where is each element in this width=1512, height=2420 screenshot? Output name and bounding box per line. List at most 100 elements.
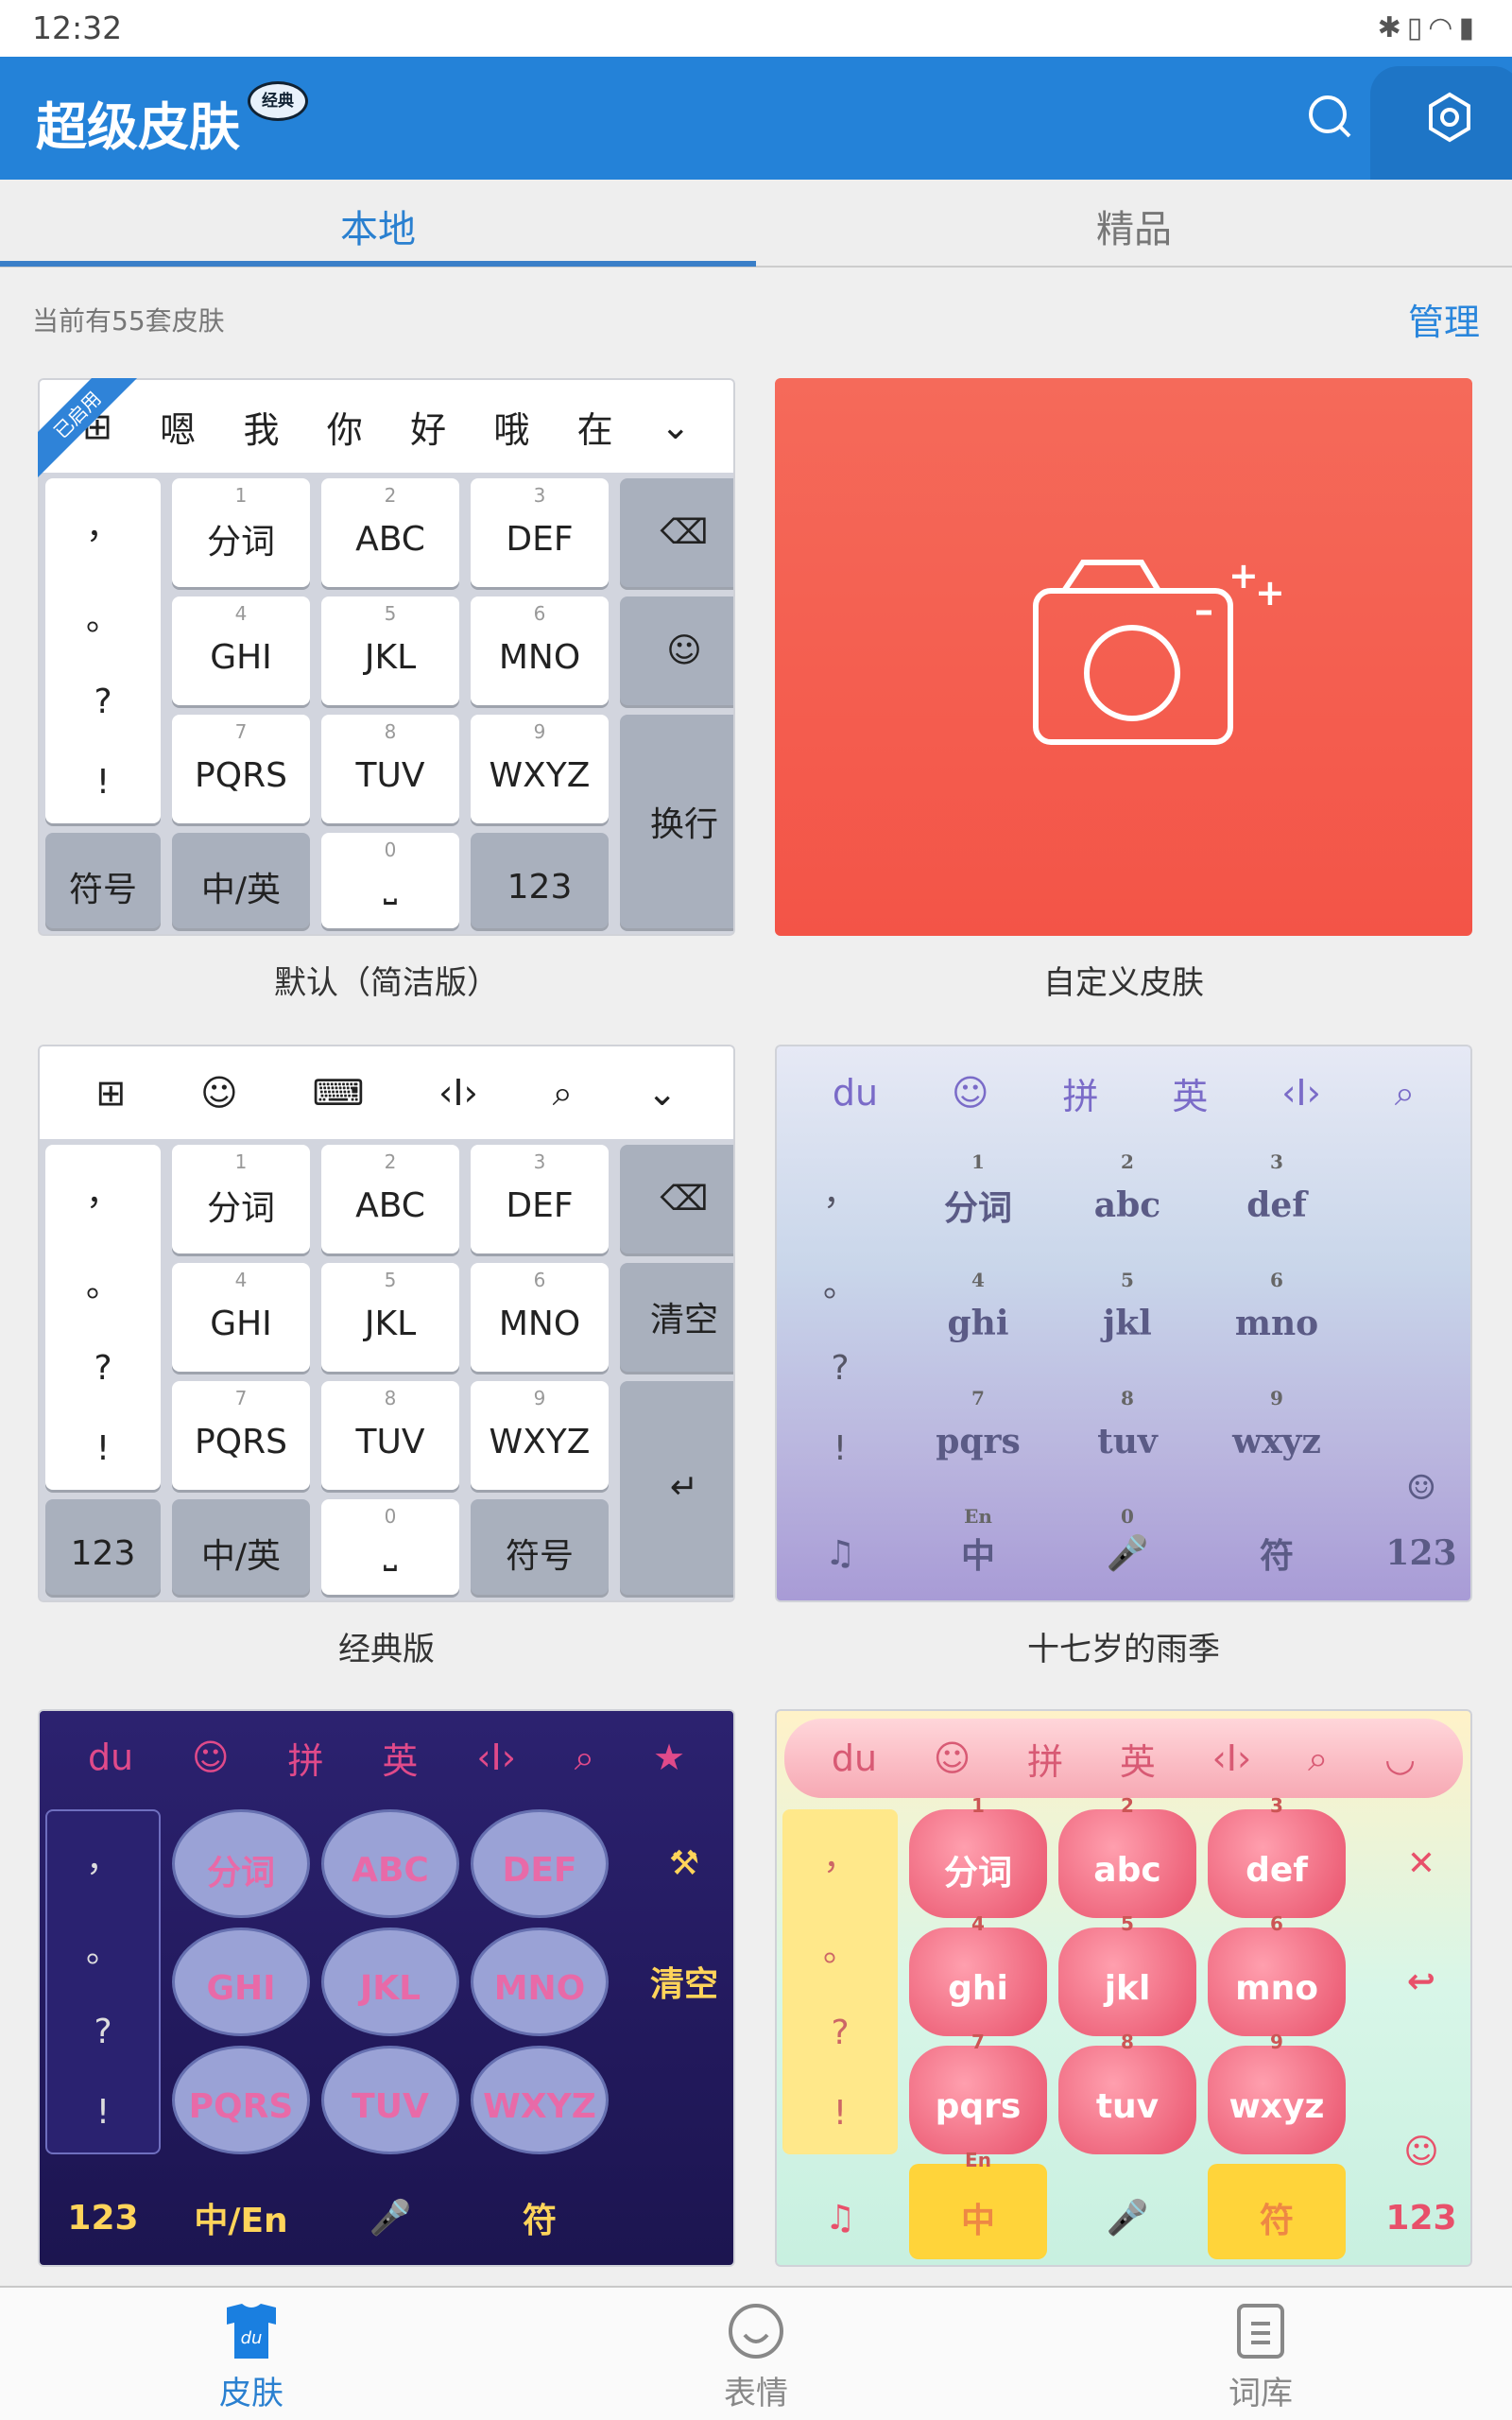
- skin-card[interactable]: du ☺ 拼 英 ‹I› ⌕ ， 。?! 1 分词 2 abc 3 def 4 ghi 5 jkl 6 mno 7 pqr…: [775, 1045, 1472, 1602]
- letter-key: MNO: [471, 1927, 609, 2036]
- letter-key: PQRS: [172, 2045, 310, 2154]
- letter-key: 7 pqrs: [909, 1381, 1047, 1490]
- key-label: 中: [960, 2202, 995, 2241]
- key-number: 9: [1270, 1386, 1283, 1409]
- key-label: PQRS: [195, 1422, 287, 1461]
- punctuation-key: 。: [85, 1266, 120, 1305]
- key-label: 符: [1259, 2202, 1294, 2241]
- key-label: 123: [1385, 2198, 1457, 2238]
- skin-card[interactable]: du ☺ 拼 英 ‹I› ⌕ ★ ， 。?! 分词 ABC DEF GHI JKL MNO PQRS TUV WX…: [38, 1709, 735, 2267]
- key-number: 4: [234, 1268, 248, 1291]
- function-key: ⌫: [620, 1145, 733, 1253]
- manage-button[interactable]: 管理: [1408, 293, 1480, 345]
- gear-icon[interactable]: [1423, 91, 1476, 144]
- keyboard-preview: du ☺ 拼 英 ‹I› ⌕ ◡ ， 。?! 1 分词 2 abc 3 def 4 ghi 5 jkl 6 mno 7 pq…: [775, 1709, 1472, 2267]
- dictionary-icon: [1237, 2304, 1284, 2359]
- bottom-key: En 中: [909, 1499, 1047, 1595]
- key-label: 符: [1259, 1536, 1294, 1577]
- nav-skins[interactable]: du 皮肤: [157, 2301, 346, 2413]
- nav-dictionary[interactable]: 词库: [1166, 2301, 1355, 2413]
- punctuation-key: ?: [94, 1348, 112, 1388]
- classic-badge: 经典: [248, 81, 308, 121]
- key-label: jkl: [1104, 1968, 1151, 2008]
- function-key: 换行: [620, 714, 733, 928]
- key-label: MNO: [493, 1968, 586, 2008]
- key-label: PQRS: [195, 755, 287, 795]
- letter-key: 3 def: [1208, 1794, 1346, 1918]
- keyboard-toolbar: ⊞ ☺ ⌨ ‹I› ⌕ ⌄: [40, 1046, 733, 1139]
- key-number: 4: [234, 601, 248, 625]
- skin-card[interactable]: ⊞ 嗯我你好哦在 ⌄，。?! 1 分词 2 ABC 3 DEF 4 GHI 5 JKL 6 MNO 7 PQRS…: [38, 378, 735, 936]
- key-grid: ， 。?! 1 分词 2 abc 3 def 4 ghi 5 jkl 6 mno 7 pqrs 8 tuv 9 wxy…: [782, 1794, 1465, 2259]
- key-label: 中: [960, 1536, 995, 1577]
- punctuation-key: ，: [822, 1174, 857, 1214]
- keyboard-preview: du ☺ 拼 英 ‹I› ⌕ ， 。?! 1 分词 2 abc 3 def 4 ghi 5 jkl 6 mno 7 pqr…: [775, 1045, 1472, 1602]
- key-label: DEF: [506, 519, 574, 559]
- key-number: 7: [971, 2030, 985, 2053]
- key-label: 中/英: [200, 871, 282, 910]
- key-label: abc: [1093, 1185, 1161, 1226]
- toolbar-item: ☺: [952, 1072, 989, 1114]
- letter-key: 4 GHI: [172, 596, 310, 705]
- key-number: 3: [533, 1150, 546, 1173]
- letter-key: 6 mno: [1208, 1912, 1346, 2036]
- punctuation-key: 。: [822, 1930, 857, 1970]
- key-number: 1: [971, 1794, 985, 1817]
- skin-card[interactable]: du ☺ 拼 英 ‹I› ⌕ ◡ ， 。?! 1 分词 2 abc 3 def 4 ghi 5 jkl 6 mno 7 pq…: [775, 1709, 1472, 2267]
- battery-icon: ▮: [1458, 11, 1480, 44]
- bottom-key: 123: [471, 832, 609, 928]
- function-key: ↵: [620, 1380, 733, 1595]
- key-label: 分词: [206, 1854, 275, 1893]
- letter-key: 8 tuv: [1058, 1381, 1196, 1490]
- status-bar: 12:32 ✱▯◠▮: [0, 0, 1512, 57]
- wifi-icon: ◠: [1428, 11, 1459, 44]
- svg-text:du: du: [241, 2328, 263, 2348]
- punctuation-column: ， 。?!: [782, 1145, 898, 1490]
- bottom-key: 123: [1357, 1499, 1470, 1595]
- key-label: abc: [1093, 1850, 1161, 1890]
- skin-card[interactable]: ⊞ ☺ ⌨ ‹I› ⌕ ⌄ ， 。?! 1 分词 2 ABC 3 DEF 4 GHI 5 JKL 6 MNO 7 PQRS…: [38, 1045, 735, 1602]
- key-label: MNO: [498, 637, 581, 677]
- punctuation-column: ， 。?!: [782, 1809, 898, 2154]
- key-label: DEF: [506, 1185, 574, 1225]
- key-number: 9: [533, 719, 546, 743]
- toolbar-item: ⌕: [574, 1736, 595, 1778]
- key-number: 5: [384, 1268, 397, 1291]
- bluetooth-icon: ✱: [1377, 11, 1407, 44]
- key-label: TUV: [352, 2086, 429, 2126]
- key-label: ghi: [948, 1968, 1008, 2008]
- toolbar-item: ⌄: [660, 406, 691, 447]
- bottom-key: 123: [1357, 2164, 1470, 2259]
- key-number: 0: [384, 838, 397, 861]
- tab-premium[interactable]: 精品: [756, 199, 1512, 253]
- toolbar-item: ‹I›: [476, 1737, 516, 1778]
- bottom-key: En 中: [909, 2149, 1047, 2259]
- status-time: 12:32: [32, 9, 123, 46]
- toolbar-item: 拼: [1027, 1740, 1064, 1783]
- toolbar-item: du: [832, 1072, 879, 1114]
- function-key: 清空: [620, 1262, 733, 1372]
- letter-key: 3 def: [1208, 1145, 1346, 1253]
- toolbar-item: ⊞: [95, 1072, 127, 1114]
- toolbar-item: 嗯: [160, 408, 197, 451]
- nav-emoji[interactable]: 表情: [662, 2301, 850, 2413]
- keyboard-preview: du ☺ 拼 英 ‹I› ⌕ ★ ， 。?! 分词 ABC DEF GHI JKL MNO PQRS TUV WX…: [38, 1709, 735, 2267]
- bottom-key: 🎤: [1058, 2164, 1196, 2259]
- toolbar-item: ‹I›: [438, 1072, 478, 1114]
- tab-bar: 本地 精品: [0, 180, 1512, 268]
- key-number: 4: [971, 1268, 985, 1291]
- key-label: GHI: [210, 1304, 272, 1343]
- toolbar-item: ⌄: [646, 1072, 678, 1114]
- key-label: 123: [1385, 1533, 1457, 1574]
- letter-key: 4 ghi: [909, 1912, 1047, 2036]
- letter-key: 6 MNO: [471, 1262, 609, 1372]
- skin-card[interactable]: + +: [775, 378, 1472, 936]
- tab-local[interactable]: 本地: [0, 199, 756, 253]
- key-label: WXYZ: [489, 1422, 591, 1461]
- key-label: 123: [67, 2198, 139, 2238]
- punctuation-column: ， 。?!: [45, 1145, 161, 1490]
- nav-label: 表情: [724, 2375, 788, 2412]
- key-number: 3: [1270, 1794, 1283, 1817]
- search-icon[interactable]: [1304, 91, 1357, 144]
- smiley-icon: [729, 2304, 783, 2359]
